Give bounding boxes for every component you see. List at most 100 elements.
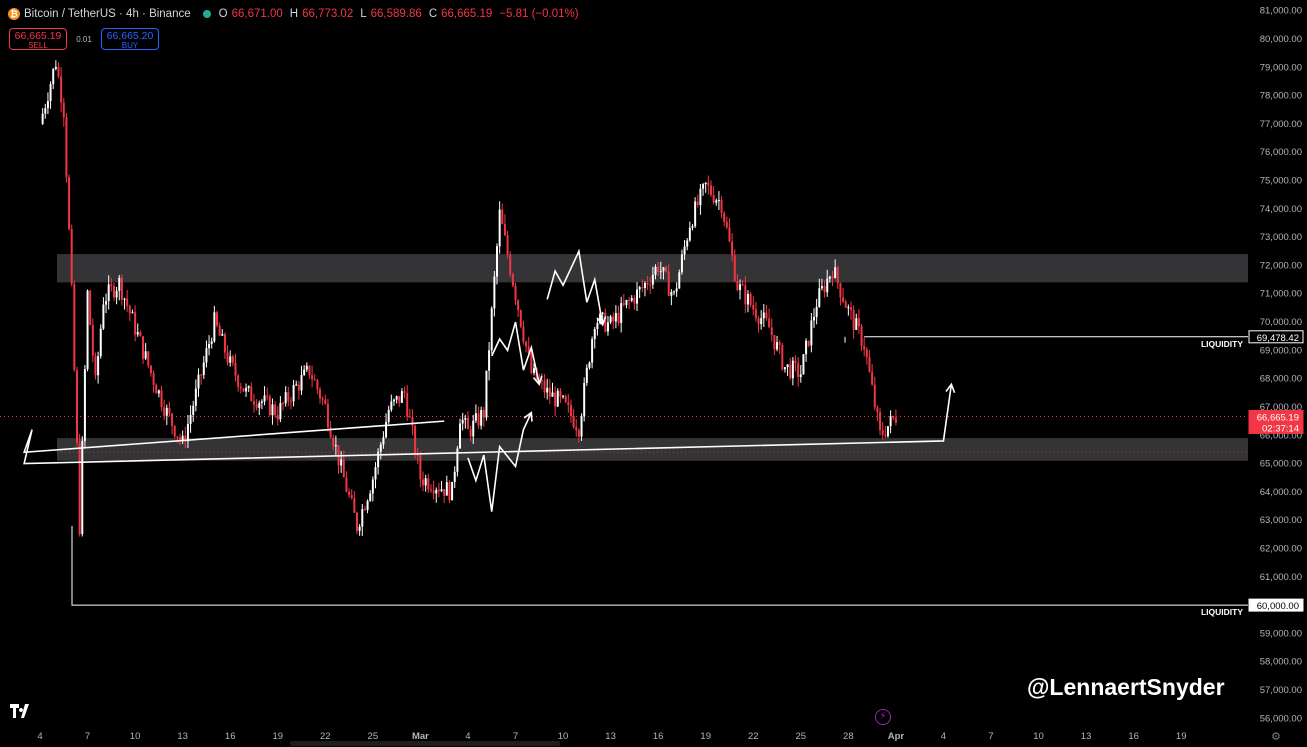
candle-body: [189, 414, 192, 424]
sell-button[interactable]: 66,665.19 SELL: [9, 28, 67, 50]
candle-body: [392, 399, 395, 402]
candle-body: [501, 209, 504, 224]
candle-body: [274, 404, 277, 416]
symbol-title[interactable]: Bitcoin / TetherUS · 4h · Binance: [24, 8, 191, 20]
candle-body: [876, 407, 879, 413]
candle-body: [348, 491, 351, 495]
candle-body: [778, 342, 781, 345]
candle-body: [744, 285, 747, 305]
y-tick-label: 62,000.00: [1260, 543, 1302, 554]
candle-body: [440, 489, 443, 492]
candle-body: [868, 357, 871, 372]
candle-body: [223, 334, 226, 353]
candle-body: [268, 396, 271, 416]
candle-body: [171, 413, 174, 426]
x-tick-label: 7: [513, 731, 518, 742]
candle-body: [625, 300, 628, 305]
candle-body: [609, 316, 612, 323]
projection-path: [491, 321, 541, 385]
candle-body: [789, 364, 792, 379]
x-tick-label: 19: [700, 731, 711, 742]
candle-body: [398, 396, 401, 403]
candle-body: [709, 185, 712, 195]
candle-body: [142, 336, 145, 359]
price-tag-text: 66,665.19: [1257, 412, 1299, 423]
candle-body: [326, 403, 329, 428]
low-value: 66,589.86: [370, 8, 422, 20]
y-tick-label: 71,000.00: [1260, 289, 1302, 300]
lightning-icon[interactable]: ⚡: [875, 709, 891, 725]
y-tick-label: 80,000.00: [1260, 34, 1302, 45]
change-value: −5.81 (−0.01%): [499, 8, 579, 20]
tradingview-logo-icon[interactable]: [10, 704, 34, 718]
candle-body: [464, 417, 467, 420]
candle-body: [366, 500, 369, 510]
buy-label: BUY: [121, 41, 139, 50]
y-tick-label: 64,000.00: [1260, 487, 1302, 498]
candle-body: [456, 448, 459, 472]
candle-body: [638, 287, 641, 290]
x-tick-label: 7: [988, 731, 993, 742]
price-chart[interactable]: LIQUIDITY LIQUIDITY 56,000.00 57,000.00 58,0…: [0, 0, 1307, 747]
candle-body: [229, 356, 232, 363]
candle-body: [437, 489, 440, 492]
candle-body: [783, 367, 786, 370]
candle-body: [443, 489, 446, 496]
candle-body: [741, 284, 744, 286]
candle-body: [646, 282, 649, 285]
candle-body: [112, 285, 115, 298]
settings-gear-icon[interactable]: ⚙: [1271, 730, 1281, 743]
candle-body: [554, 392, 557, 407]
candle-body: [834, 267, 837, 278]
candle-body: [667, 271, 670, 296]
candle-body: [749, 293, 752, 305]
x-tick-label: 19: [272, 731, 283, 742]
candle-body: [543, 380, 546, 393]
candle-body: [295, 384, 298, 386]
price-tag-text: 69,478.42: [1257, 333, 1299, 344]
candle-body: [765, 312, 768, 319]
candle-body: [673, 291, 675, 293]
candle-body: [105, 301, 108, 305]
x-tick-label: 16: [1128, 731, 1139, 742]
candle-body: [157, 390, 160, 394]
candle-body: [226, 352, 229, 363]
x-tick-label: 10: [1033, 731, 1044, 742]
candle-body: [736, 280, 739, 291]
candle-body: [144, 351, 147, 359]
candle-body: [202, 362, 205, 376]
candle-body: [802, 354, 805, 375]
candle-body: [297, 384, 300, 391]
candle-body: [614, 313, 617, 322]
liquidity-price-tag-upper: 69,478.42: [1248, 330, 1304, 344]
candle-body: [831, 276, 834, 278]
buy-button[interactable]: 66,665.20 BUY: [101, 28, 159, 50]
candle-body: [179, 437, 182, 440]
candle-body: [723, 212, 726, 222]
x-tick-label: 7: [85, 731, 90, 742]
candle-body: [551, 392, 554, 397]
symbol-header: ₿ Bitcoin / TetherUS · 4h · Binance O 66…: [8, 8, 582, 20]
candle-body: [271, 404, 274, 416]
x-tick-label: 16: [225, 731, 236, 742]
candle-body: [768, 318, 771, 328]
candle-body: [649, 284, 652, 286]
candle-body: [472, 420, 475, 437]
candle-body: [562, 395, 565, 397]
price-tag-text: 02:37:14: [1262, 423, 1299, 434]
candle-body: [99, 328, 102, 357]
projection-path: [467, 412, 533, 512]
candle-body: [694, 201, 697, 227]
candle-body: [334, 445, 337, 447]
candle-body: [628, 300, 631, 302]
candle-body: [704, 182, 707, 185]
candle-body: [556, 390, 559, 407]
candle-body: [115, 290, 118, 298]
y-tick-label: 57,000.00: [1260, 685, 1302, 696]
candle-body: [91, 324, 94, 356]
candle-body: [57, 66, 60, 77]
candle-body: [107, 284, 110, 302]
candle-body: [173, 425, 176, 437]
sell-label: SELL: [28, 41, 48, 50]
candle-body: [474, 413, 477, 421]
